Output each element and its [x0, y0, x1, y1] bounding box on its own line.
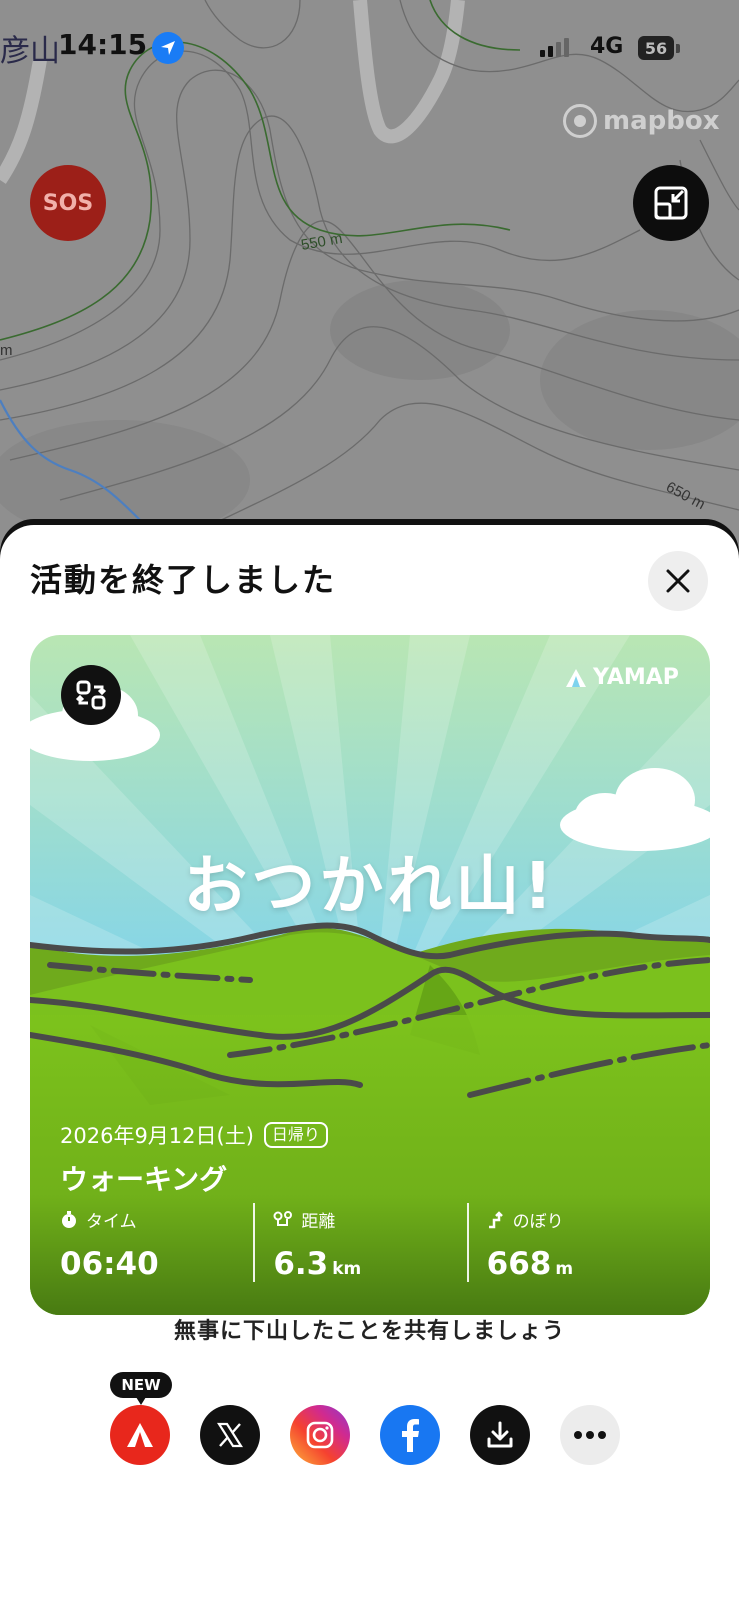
close-button[interactable] — [648, 551, 708, 611]
ascent-icon — [488, 1210, 503, 1228]
yamap-brand-label: YAMAP — [593, 665, 679, 690]
share-x-button[interactable] — [200, 1405, 260, 1465]
cellular-signal-icon — [540, 38, 569, 57]
card-headline: おつかれ山! — [183, 850, 557, 924]
yamap-brand: YAMAP — [565, 665, 679, 690]
stat-distance-value: 6.3 — [273, 1246, 329, 1282]
download-icon — [487, 1421, 513, 1448]
share-buttons — [110, 1405, 630, 1467]
battery-tip — [676, 44, 680, 53]
topographic-map[interactable]: 550 m 650 m m — [0, 0, 739, 560]
new-badge: NEW — [110, 1372, 172, 1405]
instagram-icon — [306, 1421, 334, 1449]
close-icon — [666, 569, 690, 593]
network-type: 4G — [590, 34, 624, 59]
swap-icon — [75, 680, 107, 710]
stat-distance: 距離 6.3 km — [253, 1203, 466, 1282]
more-icon — [574, 1431, 606, 1439]
stat-ascent-unit: m — [555, 1259, 574, 1279]
activity-name: ウォーキング — [60, 1163, 228, 1196]
activity-finished-sheet: 活動を終了しました YAMAP おつかれ山! 2026年9月12日(土) 日帰り… — [0, 525, 739, 1600]
stat-time-value: 06:40 — [60, 1246, 159, 1282]
activity-date: 2026年9月12日(土) — [60, 1124, 254, 1148]
share-instagram-button[interactable] — [290, 1405, 350, 1465]
route-icon — [273, 1210, 293, 1226]
stat-distance-unit: km — [332, 1259, 362, 1279]
x-logo-icon — [216, 1422, 244, 1448]
share-facebook-button[interactable] — [380, 1405, 440, 1465]
sheet-title: 活動を終了しました — [30, 561, 337, 599]
yamap-logo-icon — [566, 668, 586, 687]
collapse-map-button[interactable] — [633, 165, 709, 241]
mapbox-attribution[interactable]: mapbox — [563, 104, 720, 138]
stat-distance-label: 距離 — [301, 1212, 336, 1232]
battery-icon: 56 — [638, 36, 674, 60]
switch-image-button[interactable] — [61, 665, 121, 725]
stat-ascent-label: のぼり — [512, 1212, 564, 1232]
day-type-badge: 日帰り — [263, 1122, 328, 1148]
stat-time: タイム 06:40 — [60, 1203, 253, 1282]
share-yamap-button[interactable] — [110, 1405, 170, 1465]
mapbox-logo-icon — [563, 104, 597, 138]
activity-date-row: 2026年9月12日(土) 日帰り — [60, 1120, 328, 1150]
collapse-icon — [654, 186, 688, 220]
activity-stats: タイム 06:40 距離 6.3 km のぼり 668 m — [60, 1203, 680, 1282]
contour-label-edge: m — [0, 342, 13, 359]
stat-time-label: タイム — [86, 1212, 137, 1232]
share-prompt: 無事に下山したことを共有しましょう — [173, 1319, 565, 1344]
activity-summary-card: YAMAP おつかれ山! 2026年9月12日(土) 日帰り ウォーキング タイ… — [30, 635, 710, 1315]
mapbox-label: mapbox — [603, 106, 720, 136]
yamap-icon — [127, 1423, 153, 1447]
location-arrow-icon — [152, 32, 184, 64]
stat-ascent: のぼり 668 m — [466, 1203, 680, 1282]
map-place-label: 彦山 — [0, 34, 60, 69]
more-share-options-button[interactable] — [560, 1405, 620, 1465]
status-time: 14:15 — [58, 28, 148, 61]
save-image-button[interactable] — [470, 1405, 530, 1465]
sos-button[interactable]: SOS — [30, 165, 106, 241]
facebook-icon — [402, 1419, 419, 1452]
stopwatch-icon — [62, 1210, 76, 1228]
stat-ascent-value: 668 — [486, 1246, 552, 1282]
